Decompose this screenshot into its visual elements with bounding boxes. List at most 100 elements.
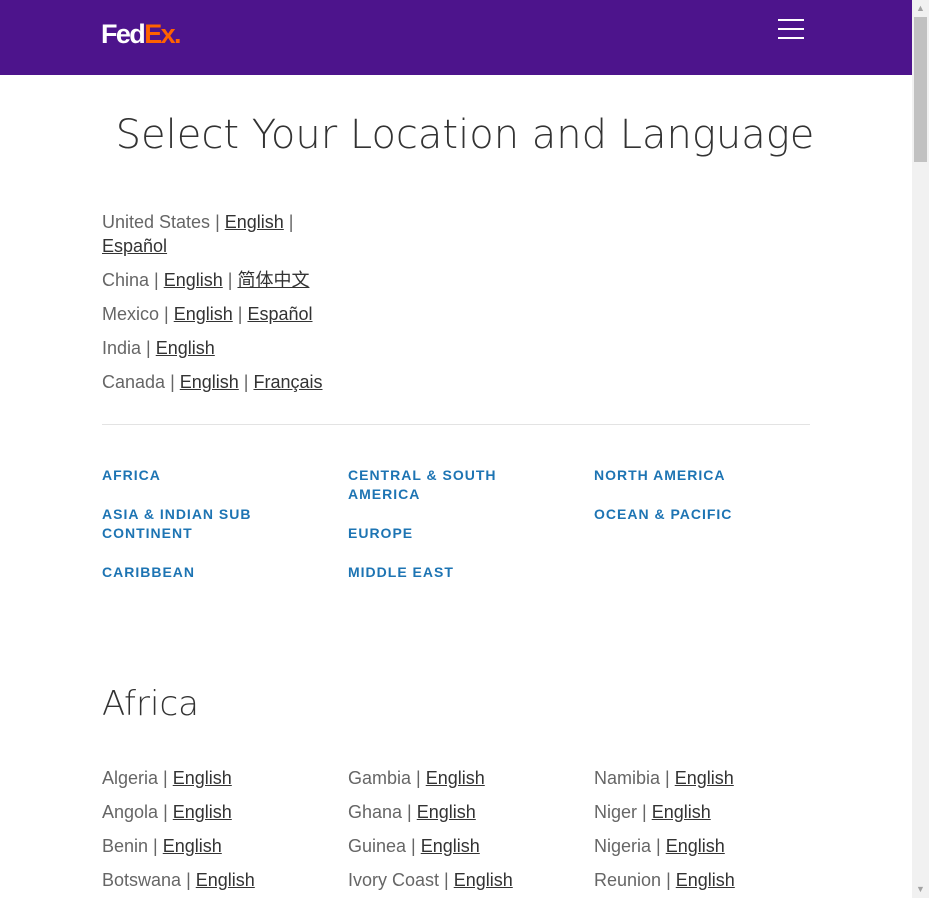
country-row: Angola | English: [102, 800, 332, 824]
scroll-up-arrow-icon[interactable]: ▲: [912, 0, 929, 17]
region-column-1: AFRICA ASIA & INDIAN SUB CONTINENT CARIB…: [102, 466, 322, 602]
page-title: Select Your Location and Language: [115, 112, 815, 158]
country-name: Guinea: [348, 836, 407, 856]
country-name: India: [102, 338, 142, 358]
africa-column-3: Namibia | English Niger | English Nigeri…: [594, 766, 824, 898]
language-link-english[interactable]: English: [173, 802, 232, 822]
region-column-3: NORTH AMERICA OCEAN & PACIFIC: [594, 466, 814, 544]
country-name: Niger: [594, 802, 638, 822]
language-link-english[interactable]: English: [163, 836, 222, 856]
country-row: Ivory Coast | English: [348, 868, 578, 892]
scrollbar-thumb[interactable]: [914, 17, 927, 162]
country-name: China: [102, 270, 150, 290]
country-name: Algeria: [102, 768, 159, 788]
region-link-ocean-pacific[interactable]: OCEAN & PACIFIC: [594, 505, 814, 524]
language-link-english[interactable]: English: [225, 212, 284, 232]
language-link-espanol[interactable]: Español: [247, 304, 312, 324]
language-link-english[interactable]: English: [421, 836, 480, 856]
country-name: Reunion: [594, 870, 662, 890]
separator: |: [439, 870, 454, 890]
region-link-asia[interactable]: ASIA & INDIAN SUB CONTINENT: [102, 505, 272, 543]
country-name: Benin: [102, 836, 149, 856]
separator: |: [402, 802, 417, 822]
logo-fed-text: Fed: [101, 19, 146, 49]
separator: |: [181, 870, 196, 890]
separator: |: [637, 802, 652, 822]
language-link-english[interactable]: English: [652, 802, 711, 822]
language-link-english[interactable]: English: [454, 870, 513, 890]
region-column-2: CENTRAL & SOUTH AMERICA EUROPE MIDDLE EA…: [348, 466, 568, 602]
country-name: Nigeria: [594, 836, 652, 856]
country-name: United States: [102, 212, 211, 232]
featured-location-india: India | English: [102, 336, 332, 360]
language-link-english[interactable]: English: [676, 870, 735, 890]
separator: |: [210, 212, 225, 232]
country-row: Namibia | English: [594, 766, 824, 790]
language-link-chinese[interactable]: 简体中文: [237, 270, 309, 290]
country-name: Gambia: [348, 768, 412, 788]
menu-bar: [778, 28, 804, 30]
separator: |: [148, 836, 163, 856]
country-row: Nigeria | English: [594, 834, 824, 858]
country-name: Mexico: [102, 304, 160, 324]
section-title-africa: Africa: [102, 684, 199, 724]
separator: |: [159, 304, 174, 324]
separator: |: [141, 338, 156, 358]
menu-bar: [778, 19, 804, 21]
country-name: Namibia: [594, 768, 661, 788]
country-row: Guinea | English: [348, 834, 578, 858]
language-link-english[interactable]: English: [675, 768, 734, 788]
featured-location-mexico: Mexico | English | Español: [102, 302, 332, 326]
separator: |: [660, 768, 675, 788]
logo-ex-text: Ex: [144, 19, 175, 49]
language-link-english[interactable]: English: [426, 768, 485, 788]
language-link-english[interactable]: English: [156, 338, 215, 358]
country-row: Gambia | English: [348, 766, 578, 790]
fedex-logo[interactable]: FedEx.: [101, 19, 182, 49]
region-link-europe[interactable]: EUROPE: [348, 524, 568, 543]
language-link-english[interactable]: English: [417, 802, 476, 822]
featured-location-canada: Canada | English | Français: [102, 370, 332, 394]
africa-column-1: Algeria | English Angola | English Benin…: [102, 766, 332, 898]
hamburger-menu-icon[interactable]: [778, 18, 805, 42]
country-name: Angola: [102, 802, 159, 822]
separator: |: [222, 270, 238, 290]
language-link-english[interactable]: English: [666, 836, 725, 856]
region-link-north-america[interactable]: NORTH AMERICA: [594, 466, 814, 485]
separator: |: [238, 372, 254, 392]
separator: |: [661, 870, 676, 890]
featured-location-united-states: United States | English | Español: [102, 210, 332, 258]
separator: |: [158, 768, 173, 788]
country-row: Benin | English: [102, 834, 332, 858]
separator: |: [158, 802, 173, 822]
region-link-middle-east[interactable]: MIDDLE EAST: [348, 563, 568, 582]
scroll-down-arrow-icon[interactable]: ▼: [912, 881, 929, 898]
language-link-english[interactable]: English: [180, 372, 239, 392]
language-link-english[interactable]: English: [174, 304, 233, 324]
language-link-english[interactable]: English: [196, 870, 255, 890]
country-name: Botswana: [102, 870, 182, 890]
separator: |: [232, 304, 248, 324]
country-name: Ghana: [348, 802, 403, 822]
country-name: Ivory Coast: [348, 870, 440, 890]
section-divider: [102, 424, 810, 425]
region-link-africa[interactable]: AFRICA: [102, 466, 322, 485]
separator: |: [411, 768, 426, 788]
language-link-francais[interactable]: Français: [253, 372, 322, 392]
region-link-caribbean[interactable]: CARIBBEAN: [102, 563, 322, 582]
region-link-central-south-america[interactable]: CENTRAL & SOUTH AMERICA: [348, 466, 568, 504]
separator: |: [406, 836, 421, 856]
vertical-scrollbar[interactable]: ▲ ▼: [912, 0, 929, 898]
country-row: Reunion | English: [594, 868, 824, 892]
logo-dot: .: [174, 19, 181, 49]
menu-bar: [778, 37, 804, 39]
language-link-english[interactable]: English: [173, 768, 232, 788]
separator: |: [651, 836, 666, 856]
site-header: FedEx.: [0, 0, 912, 75]
country-name: Canada: [102, 372, 166, 392]
country-row: Ghana | English: [348, 800, 578, 824]
featured-locations: United States | English | Español China …: [102, 210, 332, 404]
country-row: Algeria | English: [102, 766, 332, 790]
language-link-english[interactable]: English: [164, 270, 223, 290]
language-link-espanol[interactable]: Español: [102, 236, 167, 256]
